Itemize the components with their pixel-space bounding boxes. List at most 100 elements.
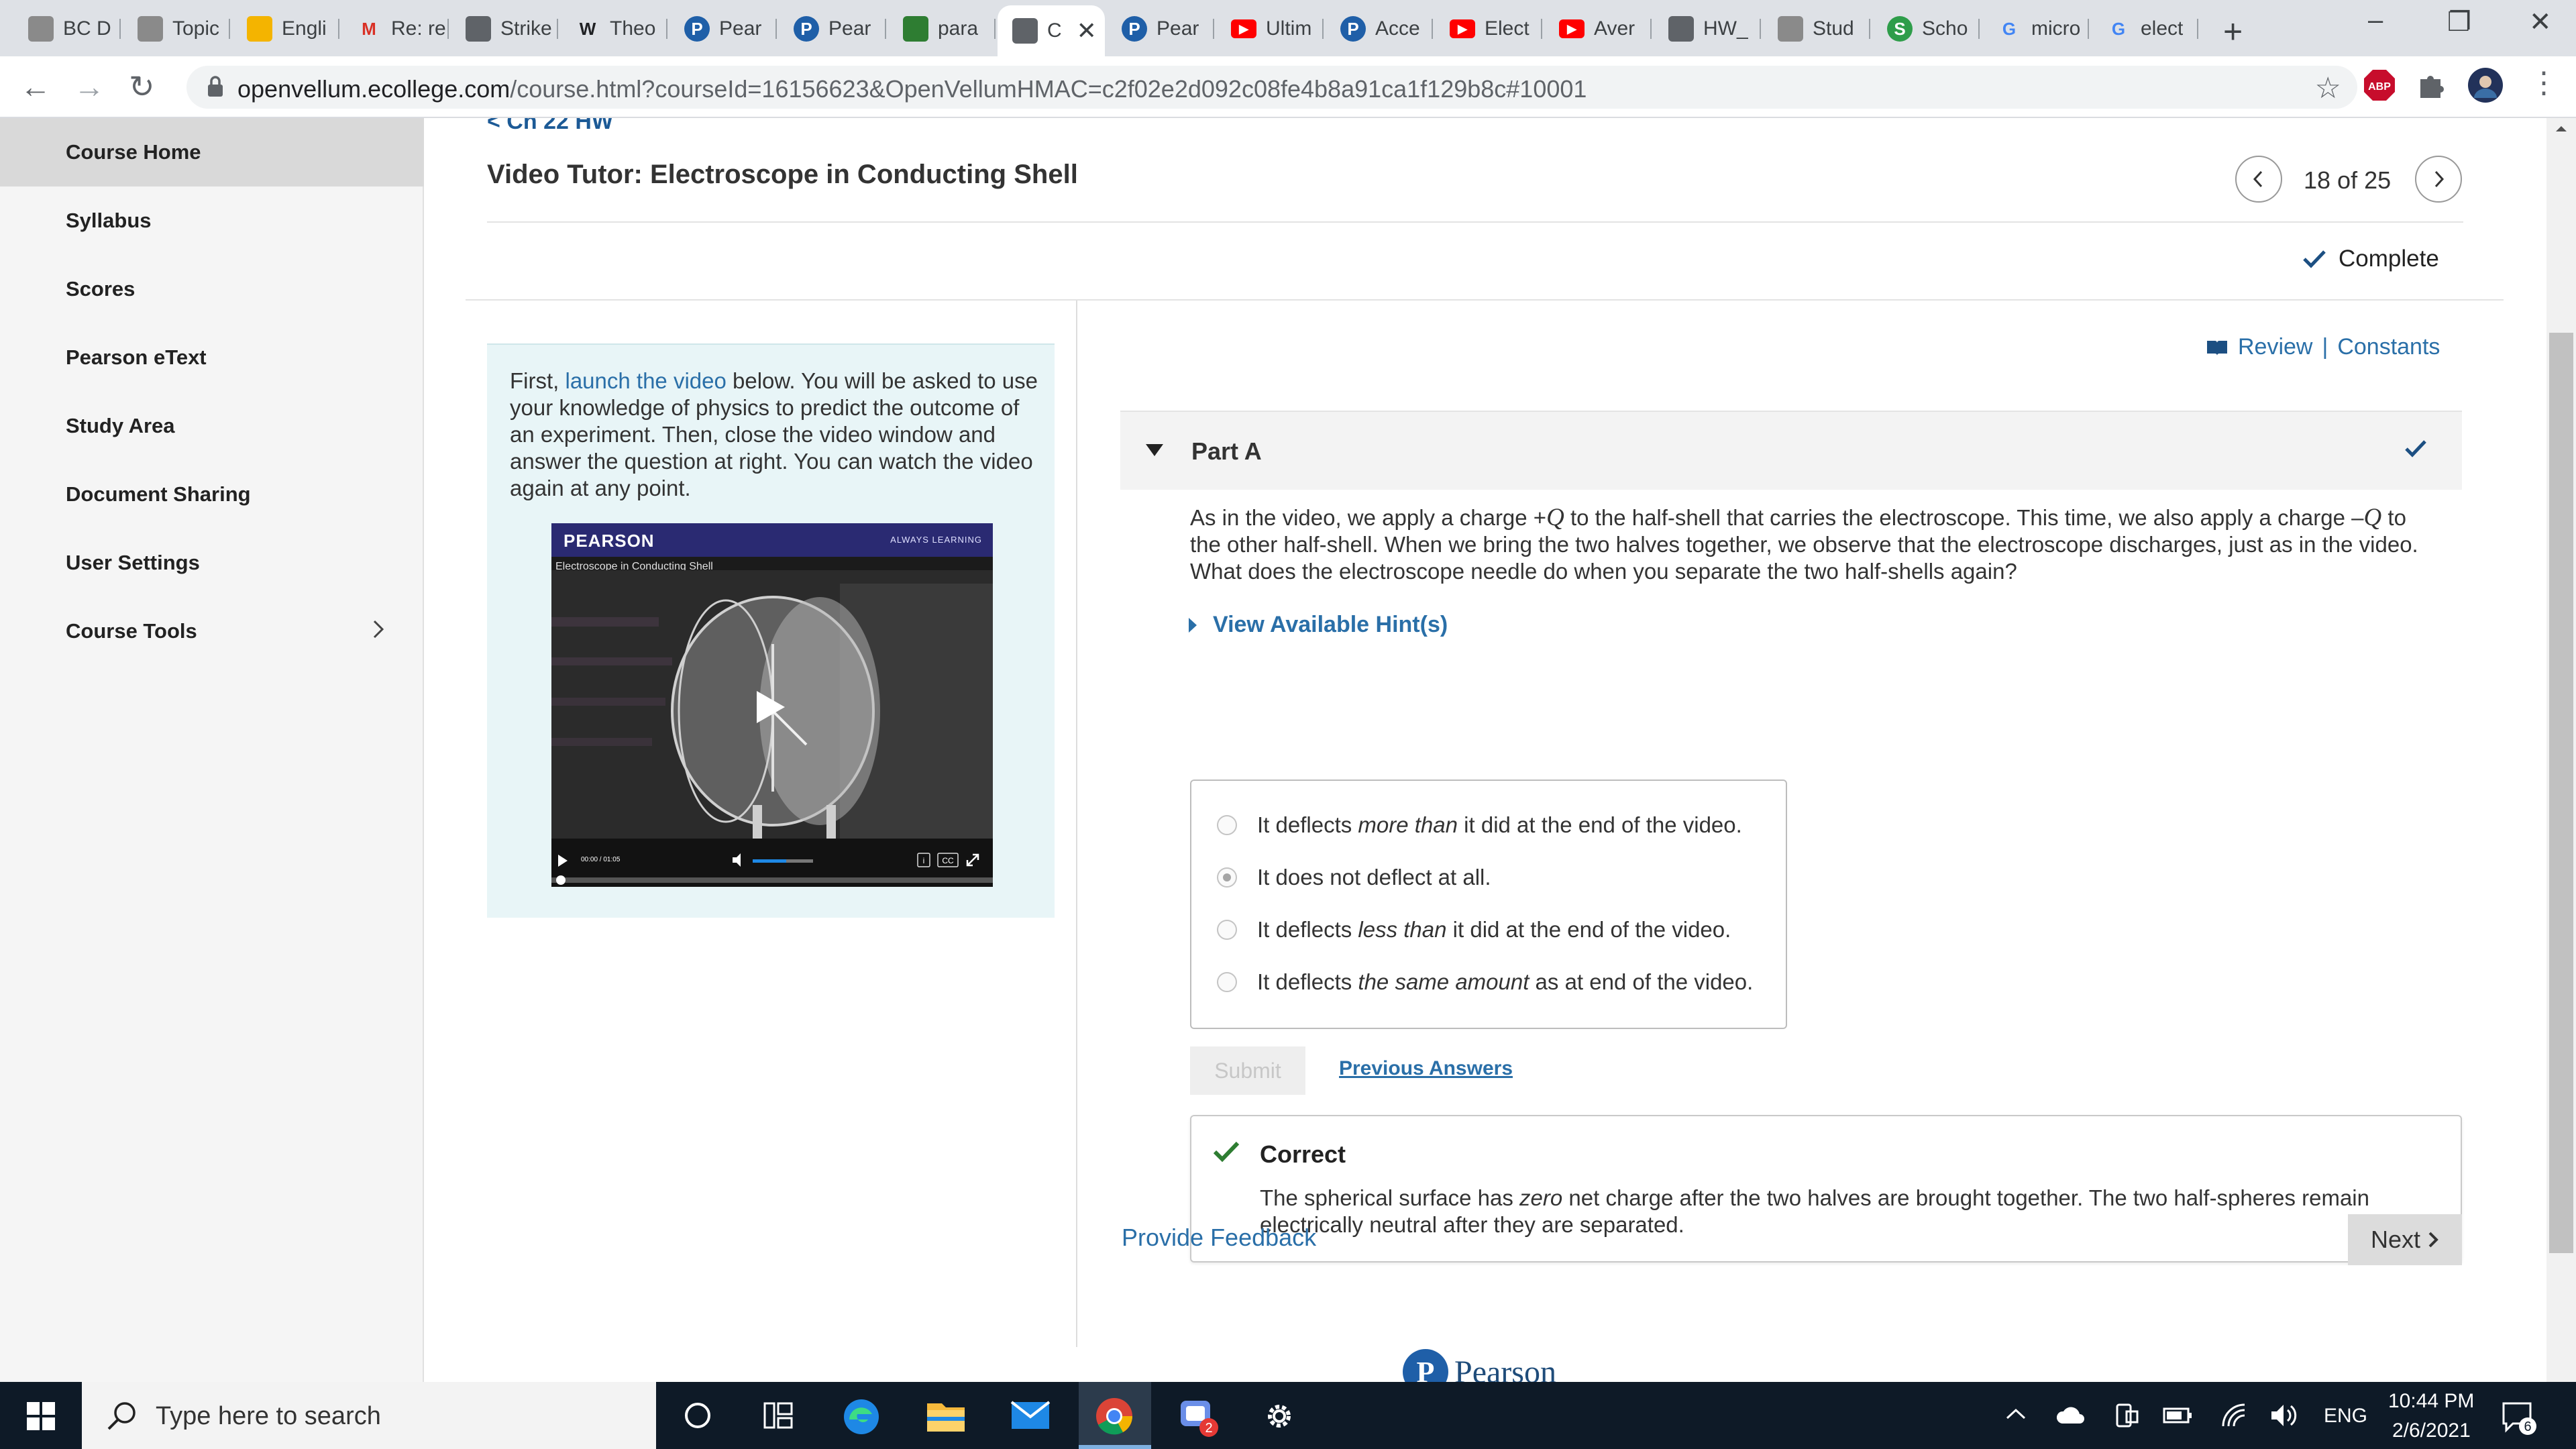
browser-tab[interactable]: HW_ bbox=[1654, 9, 1761, 48]
sidebar-item-study-area[interactable]: Study Area bbox=[0, 392, 424, 460]
browser-tab[interactable]: para bbox=[888, 9, 996, 48]
settings-gear-icon[interactable] bbox=[1261, 1398, 1297, 1434]
collapse-triangle-icon[interactable] bbox=[1144, 443, 1165, 458]
browser-tab[interactable]: ▶ Ultim bbox=[1216, 9, 1324, 48]
scrollbar-thumb[interactable] bbox=[2549, 333, 2573, 1253]
sidebar-item-pearson-etext[interactable]: Pearson eText bbox=[0, 323, 424, 392]
choice-less-than[interactable]: It deflects less than it did at the end … bbox=[1217, 916, 1731, 943]
tab-separator bbox=[447, 19, 449, 39]
previous-answers-link[interactable]: Previous Answers bbox=[1339, 1057, 1513, 1080]
clock-time[interactable]: 10:44 PM bbox=[2388, 1390, 2474, 1413]
input-language[interactable]: ENG bbox=[2324, 1405, 2367, 1428]
video-time: 00:00 / 01:05 bbox=[581, 856, 621, 863]
chrome-icon[interactable] bbox=[1095, 1397, 1134, 1436]
tab-separator bbox=[1213, 19, 1214, 39]
view-hints-toggle[interactable]: View Available Hint(s) bbox=[1187, 612, 1448, 638]
video-controls[interactable]: 00:00 / 01:05 i CC bbox=[551, 839, 993, 887]
browser-tab[interactable]: S Scho bbox=[1872, 9, 1980, 48]
browser-tab[interactable]: Topic bbox=[123, 9, 230, 48]
browser-menu-icon[interactable]: ⋮ bbox=[2529, 66, 2559, 100]
browser-tab[interactable]: M Re: re bbox=[341, 9, 449, 48]
choice-does-not-deflect[interactable]: It does not deflect at all. bbox=[1217, 864, 1491, 891]
browser-tab[interactable]: Engli bbox=[232, 9, 339, 48]
browser-tab[interactable]: P Acce bbox=[1326, 9, 1433, 48]
mail-icon[interactable] bbox=[1010, 1401, 1051, 1430]
tab-separator bbox=[338, 19, 339, 39]
closed-captions-icon[interactable]: CC bbox=[942, 856, 954, 865]
show-hidden-icons-chevron-icon[interactable] bbox=[2004, 1406, 2027, 1422]
forward-button[interactable]: → bbox=[74, 68, 105, 105]
choice-same-amount[interactable]: It deflects the same amount as at end of… bbox=[1217, 969, 1753, 996]
browser-tab[interactable]: Gmicro bbox=[1982, 9, 2089, 48]
taskbar-search-box[interactable]: Type here to search bbox=[82, 1382, 656, 1449]
adblock-plus-icon[interactable]: ABP bbox=[2363, 68, 2396, 102]
extensions-puzzle-icon[interactable] bbox=[2416, 70, 2446, 99]
windows-start-icon[interactable] bbox=[27, 1402, 55, 1430]
browser-tab[interactable]: Stud bbox=[1763, 9, 1870, 48]
submit-button[interactable]: Submit bbox=[1190, 1046, 1305, 1095]
cortana-icon[interactable] bbox=[682, 1399, 714, 1432]
onedrive-cloud-icon[interactable] bbox=[2055, 1405, 2086, 1425]
sidebar-item-course-tools[interactable]: Course Tools bbox=[0, 597, 424, 665]
browser-tab[interactable]: Gelect bbox=[2091, 9, 2198, 48]
clock-date[interactable]: 2/6/2021 bbox=[2392, 1419, 2471, 1442]
notifications-icon[interactable]: 6 bbox=[2501, 1399, 2538, 1437]
browser-tab[interactable]: Strike bbox=[451, 9, 558, 48]
volume-icon[interactable] bbox=[2269, 1402, 2298, 1429]
minimize-button[interactable]: – bbox=[2368, 5, 2383, 36]
launch-video-link[interactable]: launch the video bbox=[565, 368, 726, 393]
breadcrumb[interactable]: < Ch 22 HW bbox=[487, 118, 613, 135]
provide-feedback-link[interactable]: Provide Feedback bbox=[1122, 1224, 1316, 1252]
sidebar-item-syllabus[interactable]: Syllabus bbox=[0, 186, 424, 255]
browser-tab[interactable]: W Theo bbox=[560, 9, 667, 48]
sidebar-item-scores[interactable]: Scores bbox=[0, 255, 424, 323]
browser-tab[interactable]: C ✕ bbox=[998, 5, 1105, 56]
close-tab-icon[interactable]: ✕ bbox=[1077, 17, 1097, 45]
file-explorer-icon[interactable] bbox=[926, 1398, 966, 1434]
battery-icon[interactable] bbox=[2163, 1403, 2194, 1426]
constants-link[interactable]: Constants bbox=[2337, 334, 2440, 360]
search-icon bbox=[107, 1402, 136, 1430]
browser-tab[interactable]: BC D bbox=[13, 9, 121, 48]
sidebar-item-course-home[interactable]: Course Home bbox=[0, 118, 424, 186]
part-a-header[interactable]: Part A bbox=[1120, 411, 2462, 490]
previous-item-button[interactable] bbox=[2235, 156, 2282, 203]
close-window-button[interactable]: ✕ bbox=[2529, 7, 2552, 38]
scroll-up-arrow-icon[interactable] bbox=[2546, 118, 2576, 138]
browser-tab[interactable]: ▶ Elect bbox=[1435, 9, 1542, 48]
profile-avatar[interactable] bbox=[2467, 67, 2504, 103]
tab-separator bbox=[2197, 19, 2198, 39]
sidebar-item-document-sharing[interactable]: Document Sharing bbox=[0, 460, 424, 529]
radio-button-selected[interactable] bbox=[1217, 867, 1237, 888]
radio-button[interactable] bbox=[1217, 972, 1237, 992]
meeting-app-icon[interactable]: 2 bbox=[1178, 1397, 1221, 1440]
wifi-icon[interactable] bbox=[2220, 1402, 2247, 1429]
choice-more-than[interactable]: It deflects more than it did at the end … bbox=[1217, 812, 1742, 839]
info-icon[interactable]: i bbox=[923, 856, 925, 865]
device-icon[interactable] bbox=[2113, 1402, 2140, 1429]
bookmark-star-icon[interactable]: ☆ bbox=[2315, 71, 2341, 105]
tab-title: Pear bbox=[719, 17, 762, 40]
restore-button[interactable]: ❐ bbox=[2447, 7, 2471, 38]
new-tab-button[interactable]: + bbox=[2223, 12, 2243, 51]
review-link[interactable]: Review bbox=[2238, 334, 2312, 360]
radio-button[interactable] bbox=[1217, 920, 1237, 940]
address-bar[interactable]: openvellum.ecollege.com/course.html?cour… bbox=[186, 66, 2357, 109]
pearson-icon: P bbox=[1122, 16, 1147, 42]
browser-tab[interactable]: P Pear bbox=[1107, 9, 1214, 48]
browser-tab[interactable]: P Pear bbox=[779, 9, 886, 48]
next-item-button[interactable] bbox=[2415, 156, 2462, 203]
browser-tab[interactable]: ▶ Aver bbox=[1544, 9, 1652, 48]
edge-browser-icon[interactable] bbox=[841, 1397, 881, 1437]
back-button[interactable]: ← bbox=[20, 68, 51, 105]
video-player[interactable]: PEARSON ALWAYS LEARNING Electroscope in … bbox=[551, 523, 993, 887]
sidebar-item-user-settings[interactable]: User Settings bbox=[0, 529, 424, 597]
video-progress-bar[interactable] bbox=[551, 877, 993, 883]
browser-tab[interactable]: P Pear bbox=[669, 9, 777, 48]
next-button[interactable]: Next bbox=[2348, 1214, 2462, 1265]
feedback-title: Correct bbox=[1260, 1140, 1346, 1168]
task-view-icon[interactable] bbox=[762, 1399, 794, 1432]
radio-button[interactable] bbox=[1217, 815, 1237, 835]
page-scrollbar[interactable] bbox=[2546, 118, 2576, 1382]
reload-button[interactable]: ↻ bbox=[129, 68, 155, 105]
